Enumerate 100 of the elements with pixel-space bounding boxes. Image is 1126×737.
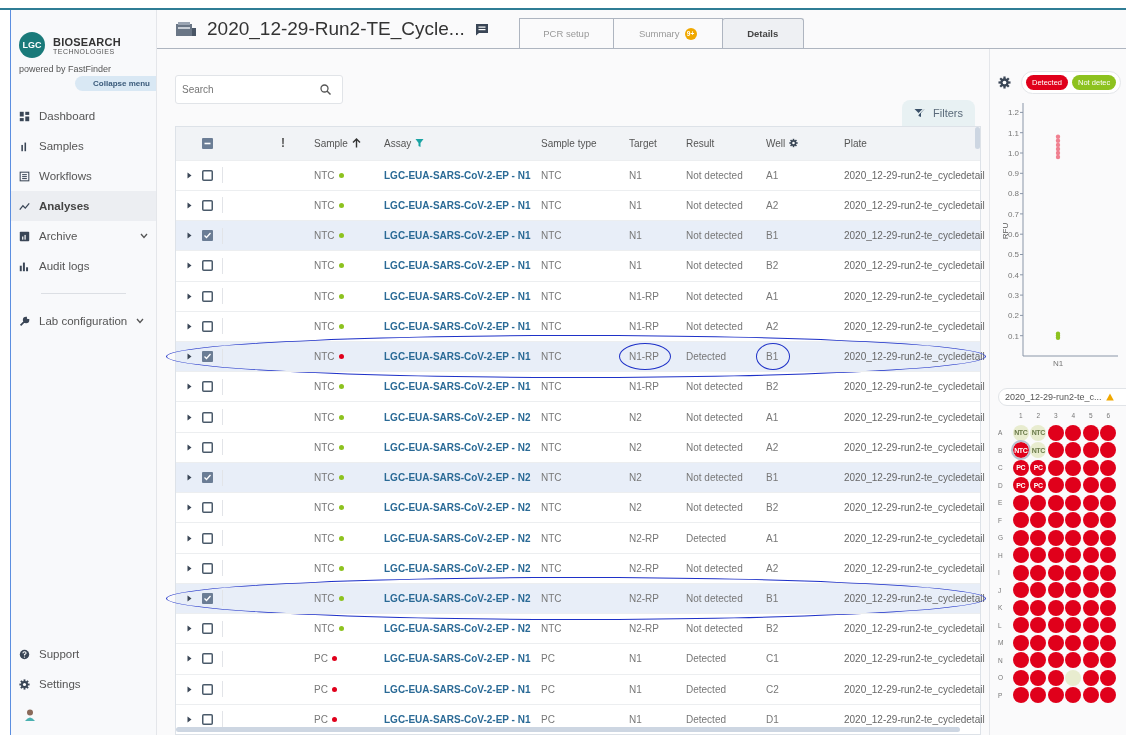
plate-well[interactable] bbox=[1082, 617, 1099, 634]
assay-link[interactable]: LGC-EUA-SARS-CoV-2-EP - N1 bbox=[384, 290, 541, 302]
plate-well[interactable] bbox=[1082, 652, 1099, 669]
nav-item[interactable]: Support bbox=[11, 639, 156, 669]
expand-caret-icon[interactable] bbox=[186, 655, 192, 663]
nav-item[interactable]: Dashboard bbox=[11, 101, 156, 131]
plate-dropdown[interactable]: 2020_12-29-run2-te_c... bbox=[998, 388, 1126, 406]
checkbox[interactable] bbox=[202, 290, 213, 302]
plate-well[interactable] bbox=[1047, 424, 1064, 441]
expand-caret-icon[interactable] bbox=[186, 715, 192, 723]
assay-link[interactable]: LGC-EUA-SARS-CoV-2-EP - N1 bbox=[384, 351, 541, 363]
assay-link[interactable]: LGC-EUA-SARS-CoV-2-EP - N2 bbox=[384, 411, 541, 423]
plate-well[interactable] bbox=[1065, 634, 1082, 651]
checkbox[interactable] bbox=[202, 169, 213, 181]
nav-item[interactable]: Settings bbox=[11, 669, 156, 699]
column-header[interactable]: Result bbox=[686, 137, 766, 149]
plate-well[interactable] bbox=[1047, 547, 1064, 564]
plate-well[interactable] bbox=[1047, 512, 1064, 529]
expand-caret-icon[interactable] bbox=[186, 292, 192, 300]
checkbox[interactable] bbox=[202, 713, 213, 725]
plate-well[interactable] bbox=[1030, 652, 1047, 669]
plate-well[interactable] bbox=[1065, 582, 1082, 599]
expand-caret-icon[interactable] bbox=[186, 504, 192, 512]
checkbox[interactable] bbox=[202, 593, 213, 604]
plate-well[interactable] bbox=[1012, 652, 1029, 669]
plate-well[interactable] bbox=[1082, 477, 1099, 494]
checkbox[interactable] bbox=[202, 411, 213, 423]
plate-well[interactable] bbox=[1082, 582, 1099, 599]
checkbox[interactable] bbox=[202, 199, 213, 211]
expand-caret-icon[interactable] bbox=[186, 443, 192, 451]
plate-well[interactable] bbox=[1082, 494, 1099, 511]
plate-well[interactable] bbox=[1082, 669, 1099, 686]
column-header[interactable]: Plate bbox=[844, 137, 973, 149]
plate-well[interactable] bbox=[1012, 494, 1029, 511]
assay-link[interactable]: LGC-EUA-SARS-CoV-2-EP - N2 bbox=[384, 472, 541, 484]
checkbox[interactable] bbox=[202, 320, 213, 332]
plate-well[interactable] bbox=[1082, 687, 1099, 704]
expand-caret-icon[interactable] bbox=[186, 595, 192, 602]
plate-well[interactable] bbox=[1047, 599, 1064, 616]
plate-well[interactable] bbox=[1012, 669, 1029, 686]
assay-link[interactable]: LGC-EUA-SARS-CoV-2-EP - N1 bbox=[384, 260, 541, 272]
assay-link[interactable]: LGC-EUA-SARS-CoV-2-EP - N2 bbox=[384, 623, 541, 635]
assay-link[interactable]: LGC-EUA-SARS-CoV-2-EP - N1 bbox=[384, 683, 541, 695]
assay-link[interactable]: LGC-EUA-SARS-CoV-2-EP - N1 bbox=[384, 653, 541, 665]
plate-well[interactable] bbox=[1100, 494, 1117, 511]
plate-well[interactable] bbox=[1065, 599, 1082, 616]
plate-well[interactable] bbox=[1030, 617, 1047, 634]
expand-caret-icon[interactable] bbox=[186, 534, 192, 542]
column-header[interactable]: Sample bbox=[314, 137, 348, 149]
expand-caret-icon[interactable] bbox=[186, 383, 192, 391]
plate-well[interactable] bbox=[1065, 459, 1082, 476]
tab[interactable]: Details bbox=[721, 18, 804, 48]
plate-well[interactable] bbox=[1082, 564, 1099, 581]
plate-well[interactable] bbox=[1012, 687, 1029, 704]
plate-well[interactable] bbox=[1047, 652, 1064, 669]
plate-well[interactable] bbox=[1047, 442, 1064, 459]
expand-caret-icon[interactable] bbox=[186, 685, 192, 693]
plate-well[interactable] bbox=[1100, 669, 1117, 686]
plate-well[interactable] bbox=[1065, 529, 1082, 546]
plate-well[interactable] bbox=[1030, 582, 1047, 599]
plate-well[interactable] bbox=[1100, 512, 1117, 529]
assay-link[interactable]: LGC-EUA-SARS-CoV-2-EP - N2 bbox=[384, 593, 541, 604]
checkbox[interactable] bbox=[202, 472, 213, 484]
chevron-icon[interactable] bbox=[140, 233, 148, 239]
checkbox[interactable] bbox=[202, 683, 213, 695]
plate-well[interactable] bbox=[1030, 512, 1047, 529]
plate-well[interactable] bbox=[1012, 617, 1029, 634]
plate-well[interactable] bbox=[1012, 564, 1029, 581]
plate-well[interactable] bbox=[1012, 599, 1029, 616]
nav-item[interactable]: Workflows bbox=[11, 161, 156, 191]
expand-caret-icon[interactable] bbox=[186, 232, 192, 240]
plate-well[interactable] bbox=[1082, 512, 1099, 529]
assay-link[interactable]: LGC-EUA-SARS-CoV-2-EP - N1 bbox=[384, 713, 541, 725]
plate-well[interactable] bbox=[1065, 687, 1082, 704]
assay-link[interactable]: LGC-EUA-SARS-CoV-2-EP - N2 bbox=[384, 562, 541, 574]
plate-well[interactable] bbox=[1065, 547, 1082, 564]
assay-link[interactable]: LGC-EUA-SARS-CoV-2-EP - N1 bbox=[384, 199, 541, 211]
assay-link[interactable]: LGC-EUA-SARS-CoV-2-EP - N1 bbox=[384, 169, 541, 181]
expand-caret-icon[interactable] bbox=[186, 625, 192, 633]
nav-item[interactable]: Samples bbox=[11, 131, 156, 161]
plate-well[interactable] bbox=[1100, 599, 1117, 616]
plate-well[interactable] bbox=[1100, 459, 1117, 476]
plate-well[interactable] bbox=[1030, 529, 1047, 546]
plate-well[interactable] bbox=[1047, 564, 1064, 581]
column-header[interactable]: Assay bbox=[384, 137, 412, 149]
plate-well[interactable] bbox=[1100, 529, 1117, 546]
settings-icon[interactable] bbox=[998, 76, 1011, 89]
assay-link[interactable]: LGC-EUA-SARS-CoV-2-EP - N1 bbox=[384, 230, 541, 242]
plate-well[interactable] bbox=[1065, 564, 1082, 581]
checkbox[interactable] bbox=[202, 351, 213, 363]
plate-well[interactable] bbox=[1100, 547, 1117, 564]
plate-well[interactable] bbox=[1100, 617, 1117, 634]
assay-link[interactable]: LGC-EUA-SARS-CoV-2-EP - N1 bbox=[384, 320, 541, 332]
plate-well[interactable] bbox=[1047, 529, 1064, 546]
plate-well[interactable] bbox=[1100, 424, 1117, 441]
plate-well[interactable] bbox=[1100, 477, 1117, 494]
checkbox[interactable] bbox=[202, 381, 213, 393]
plate-well[interactable] bbox=[1065, 477, 1082, 494]
plate-well[interactable] bbox=[1030, 687, 1047, 704]
plate-well[interactable] bbox=[1030, 634, 1047, 651]
